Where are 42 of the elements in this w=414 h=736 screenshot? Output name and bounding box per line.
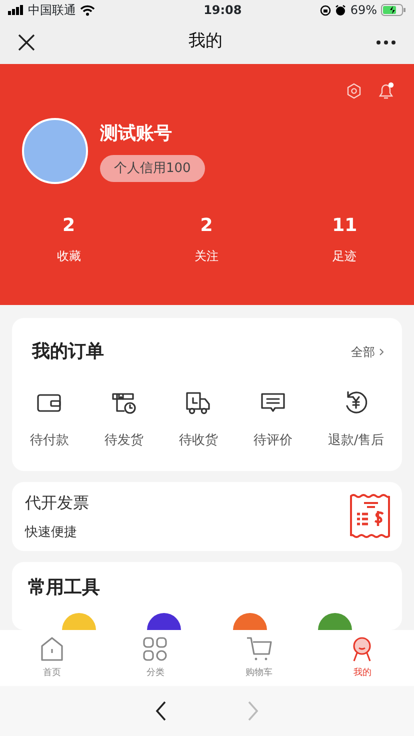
user-name: 测试账号: [100, 122, 172, 146]
signal-icon: [8, 5, 24, 15]
all-orders-link[interactable]: 全部: [351, 342, 384, 360]
carrier-name: 中国联通: [28, 2, 76, 19]
stat-label[interactable]: 关注: [194, 247, 218, 265]
tab-item[interactable]: 我的: [310, 630, 414, 686]
more-icon[interactable]: [376, 40, 396, 44]
tab-item[interactable]: 购物车: [207, 630, 310, 686]
battery-percent: 69%: [350, 2, 377, 19]
grid-icon: [141, 635, 170, 664]
order-status-item[interactable]: 待评价: [236, 389, 310, 450]
settings-icon[interactable]: [346, 83, 362, 99]
order-status-item[interactable]: 退款/售后: [310, 389, 402, 450]
back-icon[interactable]: [155, 701, 167, 721]
stat-count[interactable]: 2: [62, 212, 76, 239]
stat-count[interactable]: 2: [200, 212, 213, 239]
invoice-subtitle: 快速便捷: [25, 524, 78, 542]
order-status-item[interactable]: 待收货: [161, 389, 236, 450]
rotation-lock-icon: [320, 4, 332, 16]
close-icon[interactable]: [18, 34, 35, 50]
stat-count[interactable]: 11: [332, 212, 358, 239]
chevron-icon: [379, 348, 384, 356]
section-title: 常用工具: [28, 576, 101, 600]
section-title: 我的订单: [32, 340, 104, 364]
stat-label[interactable]: 足迹: [332, 247, 357, 265]
receipt-icon: [350, 494, 390, 538]
clock-time: 19:08: [204, 2, 242, 19]
order-status-item[interactable]: 待付款: [12, 389, 87, 450]
bell-icon[interactable]: [378, 82, 394, 100]
order-status-item[interactable]: 待发货: [86, 389, 162, 450]
page-title: 我的: [188, 30, 222, 54]
tab-item[interactable]: 首页: [0, 630, 104, 686]
tool-icon[interactable]: [318, 613, 352, 630]
truck-icon: [184, 389, 212, 415]
alarm-icon: [335, 4, 346, 16]
tab-item[interactable]: 分类: [104, 630, 207, 686]
credit-badge[interactable]: 个人信用100: [100, 154, 205, 182]
stat-label[interactable]: 收藏: [56, 247, 81, 265]
tool-icon[interactable]: [147, 613, 182, 630]
invoice-title[interactable]: 代开发票: [25, 490, 89, 514]
wifi-icon: [80, 4, 95, 16]
battery-icon: [381, 4, 406, 16]
